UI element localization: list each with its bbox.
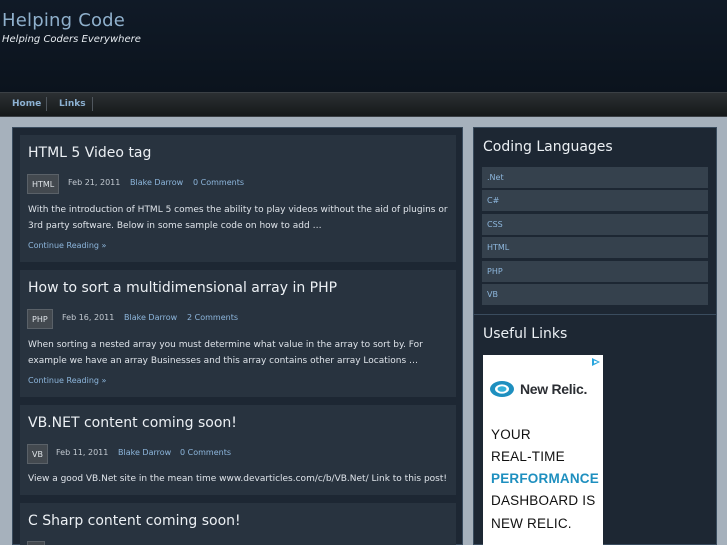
post-list: HTML 5 Video tag HTML Feb 21, 2011 Blake… bbox=[12, 127, 463, 545]
continue-reading-link[interactable]: Continue Reading » bbox=[28, 376, 106, 385]
post-author-link[interactable]: Blake Darrow bbox=[124, 313, 177, 322]
post-date: Feb 16, 2011 bbox=[62, 313, 115, 322]
post-comments-link[interactable]: 2 Comments bbox=[187, 313, 238, 322]
post-item: C Sharp content coming soon! bbox=[20, 503, 456, 545]
ad-text-line: DASHBOARD IS bbox=[491, 493, 596, 508]
ad-text-line: PERFORMANCE bbox=[491, 471, 599, 486]
post-item: HTML 5 Video tag HTML Feb 21, 2011 Blake… bbox=[20, 135, 456, 262]
post-title[interactable]: HTML 5 Video tag bbox=[28, 145, 151, 161]
main-nav: Home Links bbox=[0, 92, 727, 117]
site-tagline: Helping Coders Everywhere bbox=[2, 34, 141, 45]
useful-links-heading: Useful Links bbox=[483, 326, 568, 342]
post-excerpt: View a good VB.Net site in the mean time… bbox=[28, 474, 447, 484]
new-relic-logo-icon bbox=[490, 381, 514, 397]
post-title[interactable]: C Sharp content coming soon! bbox=[28, 513, 241, 529]
ad-choices-icon[interactable] bbox=[591, 357, 601, 367]
ad-banner[interactable]: New Relic. YOUR REAL-TIME PERFORMANCE DA… bbox=[483, 355, 603, 545]
post-item: How to sort a multidimensional array in … bbox=[20, 270, 456, 397]
post-comments-link[interactable]: 0 Comments bbox=[193, 178, 244, 187]
content-wrapper: HTML 5 Video tag HTML Feb 21, 2011 Blake… bbox=[0, 117, 727, 545]
post-item: VB.NET content coming soon! VB Feb 11, 2… bbox=[20, 405, 456, 495]
post-category-tag[interactable] bbox=[27, 541, 45, 545]
ad-text-line: YOUR bbox=[491, 427, 531, 442]
sidebar: Coding Languages .Net C# CSS HTML PHP VB… bbox=[473, 127, 717, 545]
post-author-link[interactable]: Blake Darrow bbox=[118, 448, 171, 457]
post-date: Feb 11, 2011 bbox=[56, 448, 109, 457]
sidebar-item-vb[interactable]: VB bbox=[482, 284, 708, 306]
post-comments-link[interactable]: 0 Comments bbox=[180, 448, 231, 457]
nav-separator bbox=[46, 97, 47, 111]
post-category-tag[interactable]: PHP bbox=[27, 309, 53, 329]
sidebar-item-css[interactable]: CSS bbox=[482, 214, 708, 236]
sidebar-item-net[interactable]: .Net bbox=[482, 167, 708, 189]
ad-brand-name: New Relic. bbox=[520, 381, 588, 397]
site-title[interactable]: Helping Code bbox=[2, 10, 125, 31]
nav-item-links[interactable]: Links bbox=[59, 93, 86, 117]
ad-text-line: REAL-TIME bbox=[491, 449, 565, 464]
sidebar-item-php[interactable]: PHP bbox=[482, 261, 708, 283]
sidebar-item-csharp[interactable]: C# bbox=[482, 190, 708, 212]
post-category-tag[interactable]: HTML bbox=[27, 174, 60, 194]
post-title[interactable]: VB.NET content coming soon! bbox=[28, 415, 237, 431]
post-excerpt: When sorting a nested array you must det… bbox=[28, 340, 423, 366]
sidebar-divider bbox=[474, 314, 716, 315]
post-category-tag[interactable]: VB bbox=[27, 444, 48, 464]
post-date: Feb 21, 2011 bbox=[68, 178, 121, 187]
post-author-link[interactable]: Blake Darrow bbox=[130, 178, 183, 187]
continue-reading-link[interactable]: Continue Reading » bbox=[28, 241, 106, 250]
nav-separator bbox=[92, 97, 93, 111]
ad-text-line: NEW RELIC. bbox=[491, 516, 572, 531]
sidebar-item-html[interactable]: HTML bbox=[482, 237, 708, 259]
languages-heading: Coding Languages bbox=[483, 139, 613, 155]
post-excerpt: With the introduction of HTML 5 comes th… bbox=[28, 205, 448, 231]
site-header: Helping Code Helping Coders Everywhere bbox=[0, 0, 727, 92]
nav-item-home[interactable]: Home bbox=[12, 93, 41, 117]
post-title[interactable]: How to sort a multidimensional array in … bbox=[28, 280, 337, 296]
